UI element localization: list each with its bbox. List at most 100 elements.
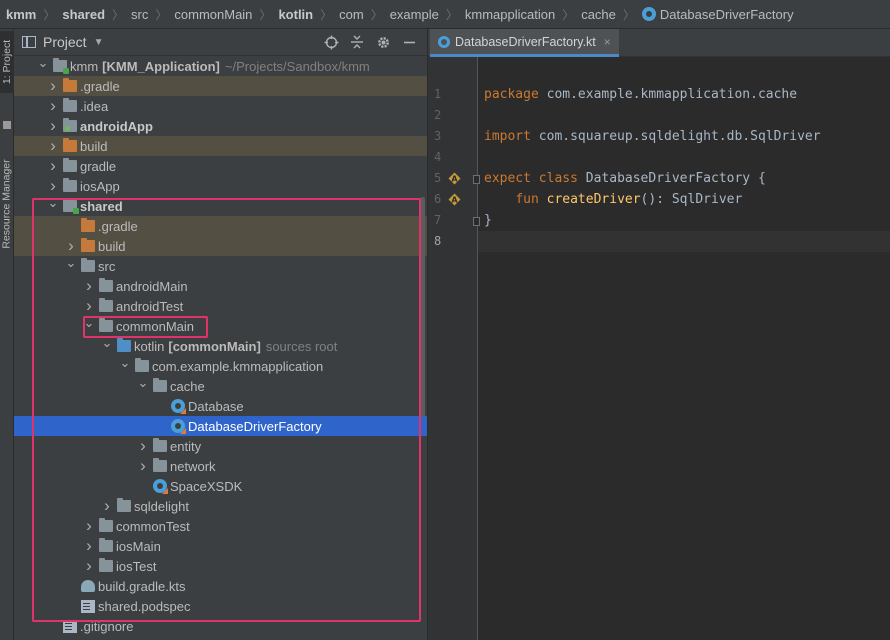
- breadcrumb-separator: 〉: [155, 7, 168, 22]
- code-text-token: DatabaseDriverFactory {: [577, 171, 766, 186]
- tree-scrollbar[interactable]: [420, 197, 425, 417]
- tree-item-label: com.example.kmmapplication: [152, 358, 324, 374]
- code-line[interactable]: [478, 231, 890, 252]
- folder-icon: [99, 318, 113, 332]
- chevron-down-icon[interactable]: ⌄: [46, 193, 60, 213]
- chevron-down-icon[interactable]: ▼: [94, 37, 104, 48]
- locate-icon[interactable]: [323, 34, 339, 50]
- project-view-icon: [22, 36, 36, 48]
- tree-item[interactable]: › iosTest: [14, 556, 427, 576]
- tree-item-label: iosTest: [116, 558, 157, 574]
- code-line[interactable]: [478, 147, 890, 168]
- tree-item[interactable]: › gradle: [14, 156, 427, 176]
- breadcrumb-item[interactable]: DatabaseDriverFactory: [660, 7, 794, 22]
- tree-item[interactable]: › iosMain: [14, 536, 427, 556]
- breadcrumb-item[interactable]: example: [390, 7, 439, 22]
- chevron-right-icon[interactable]: ›: [46, 156, 60, 176]
- tree-item[interactable]: › .idea: [14, 96, 427, 116]
- breadcrumb-item[interactable]: cache: [581, 7, 616, 22]
- chevron-right-icon[interactable]: ›: [136, 456, 150, 476]
- chevron-right-icon[interactable]: ›: [82, 536, 96, 556]
- code-line[interactable]: expect class DatabaseDriverFactory {: [478, 168, 890, 189]
- close-icon[interactable]: ×: [604, 35, 611, 49]
- chevron-right-icon[interactable]: ›: [82, 276, 96, 296]
- keyword-token: package: [484, 87, 539, 102]
- code-line[interactable]: [478, 105, 890, 126]
- folder-icon: [63, 158, 77, 172]
- tree-item[interactable]: ⌄ com.example.kmmapplication: [14, 353, 427, 376]
- resource-manager-tab[interactable]: Resource Manager: [0, 149, 14, 259]
- tree-item[interactable]: ›.gradle: [14, 76, 427, 96]
- tree-item[interactable]: ›.gitignore: [14, 616, 427, 636]
- project-tool-tab[interactable]: 1: Project: [0, 31, 14, 93]
- chevron-right-icon[interactable]: ›: [46, 96, 60, 116]
- kotlin-file-icon: [438, 35, 450, 48]
- chevron-right-icon[interactable]: ›: [82, 516, 96, 536]
- tree-item-label: shared.podspec: [98, 598, 191, 614]
- chevron-right-icon[interactable]: ›: [82, 556, 96, 576]
- project-panel-title[interactable]: Project: [43, 34, 87, 50]
- tree-item[interactable]: › sqldelight: [14, 496, 427, 516]
- kotlin-class-icon: [171, 419, 186, 434]
- tree-item[interactable]: ›build.gradle.kts: [14, 576, 427, 596]
- breadcrumb-item[interactable]: kmmapplication: [465, 7, 555, 22]
- collapse-icon[interactable]: [349, 34, 365, 50]
- chevron-down-icon[interactable]: ⌄: [100, 333, 114, 353]
- minimize-icon[interactable]: [401, 34, 417, 50]
- chevron-down-icon[interactable]: ⌄: [36, 53, 50, 73]
- tree-item[interactable]: ⌄ cache: [14, 373, 427, 396]
- code-text-token: }: [484, 213, 492, 228]
- tree-item[interactable]: ›shared.podspec: [14, 596, 427, 616]
- expect-marker-icon[interactable]: A: [448, 193, 461, 206]
- folder-icon: [153, 458, 167, 472]
- folder-icon: [99, 278, 113, 292]
- line-number: 3: [434, 129, 442, 143]
- code-line[interactable]: fun createDriver(): SqlDriver: [478, 189, 890, 210]
- tree-item[interactable]: ›.gradle: [14, 216, 427, 236]
- code-line[interactable]: package com.example.kmmapplication.cache: [478, 84, 890, 105]
- expect-marker-icon[interactable]: A: [448, 172, 461, 185]
- chevron-right-icon[interactable]: ›: [46, 76, 60, 96]
- tree-item-label: androidTest: [116, 298, 184, 314]
- tree-item-module-name: [KMM_Application]: [102, 58, 220, 74]
- chevron-right-icon[interactable]: ›: [46, 136, 60, 156]
- chevron-down-icon[interactable]: ⌄: [118, 353, 132, 373]
- chevron-right-icon[interactable]: ›: [136, 436, 150, 456]
- breadcrumb-item[interactable]: kmm: [6, 7, 36, 22]
- excluded-folder-icon: [81, 218, 95, 232]
- tree-item[interactable]: › iosApp: [14, 176, 427, 196]
- tree-item[interactable]: ›DatabaseDriverFactory: [14, 416, 427, 436]
- tree-item[interactable]: › build: [14, 136, 427, 156]
- breadcrumb-item[interactable]: kotlin: [278, 7, 313, 22]
- tree-item[interactable]: ⌄ kmm [KMM_Application] ~/Projects/Sandbox/…: [14, 53, 427, 76]
- tree-item[interactable]: ⌄ kotlin [commonMain] sources root: [14, 333, 427, 356]
- tree-item[interactable]: › entity: [14, 436, 427, 456]
- breadcrumb-item[interactable]: commonMain: [174, 7, 252, 22]
- tree-item[interactable]: › androidApp: [14, 116, 427, 136]
- breadcrumb-item[interactable]: com: [339, 7, 364, 22]
- chevron-right-icon[interactable]: ›: [46, 116, 60, 136]
- editor-tab-database-driver-factory[interactable]: DatabaseDriverFactory.kt ×: [430, 29, 619, 57]
- chevron-down-icon[interactable]: ⌄: [64, 253, 78, 273]
- code-text-token: com.squareup.sqldelight.db.SqlDriver: [530, 129, 821, 144]
- tree-item[interactable]: ⌄ commonMain: [14, 313, 427, 336]
- tree-item[interactable]: › network: [14, 456, 427, 476]
- breadcrumb-item[interactable]: src: [131, 7, 148, 22]
- chevron-down-icon[interactable]: ⌄: [136, 373, 150, 393]
- code-line[interactable]: }: [478, 210, 890, 231]
- chevron-down-icon[interactable]: ⌄: [82, 313, 96, 333]
- tree-item[interactable]: › androidTest: [14, 296, 427, 316]
- tree-item[interactable]: ⌄ shared: [14, 193, 427, 216]
- code-line[interactable]: import com.squareup.sqldelight.db.SqlDri…: [478, 126, 890, 147]
- tree-item[interactable]: › androidMain: [14, 276, 427, 296]
- tree-item[interactable]: ›Database: [14, 396, 427, 416]
- structure-icon[interactable]: [3, 121, 11, 129]
- keyword-token: import: [484, 129, 531, 144]
- tree-item[interactable]: › commonTest: [14, 516, 427, 536]
- chevron-right-icon[interactable]: ›: [100, 496, 114, 516]
- breadcrumb-item[interactable]: shared: [62, 7, 105, 22]
- tree-item[interactable]: ⌄ src: [14, 253, 427, 276]
- gear-icon[interactable]: [375, 34, 391, 50]
- tree-item[interactable]: ›SpaceXSDK: [14, 476, 427, 496]
